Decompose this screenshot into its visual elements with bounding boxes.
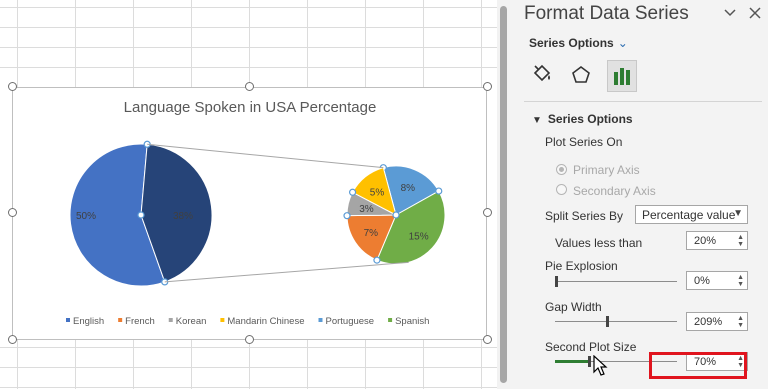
primary-axis-radio[interactable] — [556, 164, 567, 175]
spin-up-icon[interactable]: ▲ — [737, 234, 744, 241]
resize-handle[interactable] — [8, 335, 17, 344]
resize-handle[interactable] — [245, 335, 254, 344]
resize-handle[interactable] — [8, 82, 17, 91]
spin-down-icon[interactable]: ▼ — [737, 241, 744, 248]
connector-line — [164, 261, 409, 283]
resize-handle[interactable] — [483, 82, 492, 91]
legend-swatch-portuguese — [318, 318, 323, 322]
data-label-mandarin-chinese: 5% — [370, 187, 385, 198]
point-handle — [435, 187, 443, 195]
effects-tab[interactable] — [567, 60, 595, 90]
pane-title: Format Data Series — [524, 3, 689, 24]
data-label-english: 50% — [76, 211, 96, 222]
values-less-than-input[interactable]: 20% ▲ ▼ — [686, 231, 748, 250]
mouse-cursor-icon — [593, 355, 608, 376]
values-less-than-label: Values less than — [555, 236, 643, 250]
spin-down-icon[interactable]: ▼ — [737, 322, 744, 329]
chevron-down-icon: ▼ — [733, 208, 743, 219]
legend-label-spanish: Spanish — [395, 316, 429, 327]
data-label-spanish: 15% — [409, 231, 429, 242]
series-options-section[interactable]: ▼ Series Options — [532, 112, 633, 126]
legend-label-french: French — [125, 316, 155, 327]
legend-swatch-mandarin-chinese — [220, 318, 225, 322]
paint-bucket-icon — [533, 64, 551, 82]
point-handle — [373, 256, 381, 264]
close-icon[interactable] — [748, 6, 762, 23]
chevron-down-icon: ▼ — [532, 115, 542, 126]
data-label-korean: 3% — [359, 204, 374, 215]
pie-of-pie-chart[interactable]: Language Spoken in USA Percentage 50% 38% 8… — [12, 87, 487, 340]
values-less-than-value: 20% — [694, 235, 717, 247]
legend-label-korean: Korean — [176, 316, 207, 327]
resize-handle[interactable] — [483, 335, 492, 344]
fill-line-tab[interactable] — [527, 60, 555, 90]
chevron-down-icon: ⌄ — [617, 36, 628, 50]
data-label-other: 38% — [173, 211, 193, 222]
pie-explosion-label: Pie Explosion — [545, 259, 618, 273]
legend-swatch-french — [118, 318, 123, 322]
bar-chart-icon — [614, 68, 630, 85]
point-handle — [348, 188, 357, 196]
spin-up-icon[interactable]: ▲ — [737, 315, 744, 322]
plot-series-on-label: Plot Series On — [545, 135, 623, 149]
series-options-dropdown[interactable]: Series Options ⌄ — [529, 36, 628, 50]
secondary-axis-label: Secondary Axis — [573, 184, 656, 198]
resize-handle[interactable] — [8, 208, 17, 217]
second-plot-size-label: Second Plot Size — [545, 340, 637, 354]
pane-splitter[interactable] — [497, 0, 510, 389]
spin-down-icon[interactable]: ▼ — [737, 281, 744, 288]
gap-width-value: 209% — [694, 316, 723, 328]
legend-swatch-english — [66, 318, 70, 322]
point-handle — [392, 211, 400, 219]
point-handle — [137, 211, 145, 219]
highlight-box — [649, 352, 747, 379]
point-handle — [343, 212, 351, 220]
legend-label-portuguese: Portuguese — [326, 316, 375, 327]
pie-explosion-input[interactable]: 0% ▲ ▼ — [686, 271, 748, 290]
split-series-by-label: Split Series By — [545, 209, 624, 223]
chevron-down-icon[interactable] — [723, 6, 737, 23]
gap-width-input[interactable]: 209% ▲ ▼ — [686, 312, 748, 331]
split-series-select[interactable]: Percentage value ▼ — [635, 205, 748, 224]
spin-up-icon[interactable]: ▲ — [737, 274, 744, 281]
gap-width-label: Gap Width — [545, 300, 602, 314]
series-options-label: Series Options — [529, 36, 614, 50]
pentagon-icon — [572, 66, 590, 83]
gap-width-slider[interactable] — [555, 316, 677, 327]
pie-explosion-slider[interactable] — [555, 276, 677, 287]
secondary-axis-radio[interactable] — [556, 184, 567, 195]
primary-axis-label: Primary Axis — [573, 163, 640, 177]
spreadsheet-grid[interactable]: Language Spoken in USA Percentage 50% 38% 8… — [0, 0, 497, 389]
data-label-french: 7% — [364, 228, 379, 239]
chart-title: Language Spoken in USA Percentage — [124, 99, 377, 116]
split-series-value: Percentage value — [642, 208, 736, 222]
data-label-portuguese: 8% — [401, 183, 416, 194]
format-pane: Format Data Series Series Options ⌄ ▼ Seri… — [510, 0, 768, 389]
section-header: Series Options — [547, 112, 633, 126]
series-options-tab[interactable] — [607, 60, 637, 92]
legend-swatch-spanish — [388, 318, 393, 322]
legend-label-english: English — [73, 316, 104, 327]
legend-swatch-korean — [168, 318, 173, 322]
pie-explosion-value: 0% — [694, 275, 710, 287]
resize-handle[interactable] — [245, 82, 254, 91]
legend-label-mandarin-chinese: Mandarin Chinese — [227, 316, 304, 327]
resize-handle[interactable] — [483, 208, 492, 217]
